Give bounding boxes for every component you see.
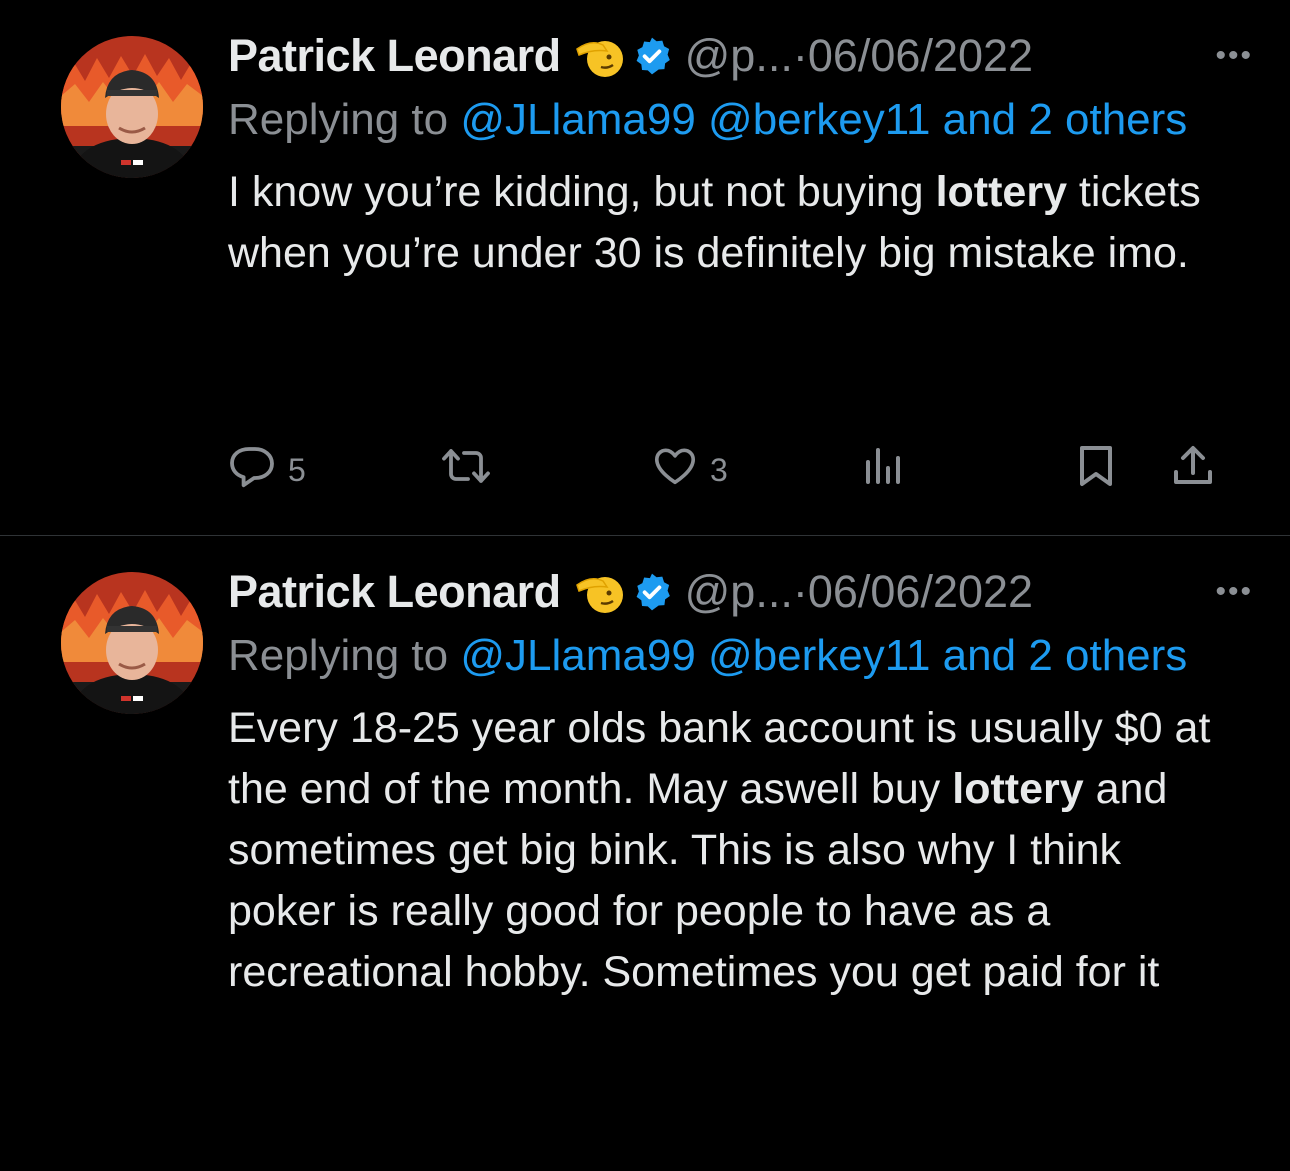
tweet-content: Patrick Leonard @p...·06/06/2022 ••• Repl… [228, 24, 1251, 284]
bookmark-button[interactable] [1074, 446, 1118, 492]
reply-button[interactable]: 5 [228, 447, 306, 492]
share-button[interactable] [1170, 446, 1216, 492]
replying-mentions-link[interactable]: @JLlama99 @berkey11 and 2 others [460, 95, 1187, 144]
avatar[interactable] [61, 36, 203, 178]
tweet-date[interactable]: 06/06/2022 [808, 566, 1033, 617]
verified-badge-icon[interactable] [631, 30, 673, 94]
like-button[interactable]: 3 [652, 448, 728, 492]
tweet-actions-bar: 5 3 [228, 446, 1228, 498]
tweet-text: Every 18-25 year olds bank account is us… [228, 698, 1218, 1003]
share-upload-icon [1170, 443, 1216, 497]
saluting-face-emoji-icon [573, 32, 625, 96]
separator-dot: · [792, 30, 808, 81]
reply-bubble-icon [228, 444, 276, 496]
verified-badge-icon[interactable] [631, 566, 673, 630]
saluting-face-emoji-icon [573, 568, 625, 632]
tweet-header: Patrick Leonard @p...·06/06/2022 ••• [228, 24, 1251, 88]
replying-to-label: Replying to [228, 95, 449, 144]
tweet-text-part: I know you’re kidding, but not buying [228, 168, 936, 216]
more-options-button[interactable]: ••• [1215, 24, 1253, 88]
tweet-content: Patrick Leonard @p...·06/06/2022 ••• Repl… [228, 560, 1251, 1003]
avatar-image [61, 572, 203, 714]
display-name[interactable]: Patrick Leonard [228, 30, 561, 81]
tweet-text-bold: lottery [935, 168, 1067, 216]
views-bar-chart-icon [862, 444, 906, 496]
separator-dot: · [792, 566, 808, 617]
user-handle[interactable]: @p... [685, 566, 793, 617]
tweet-text-bold: lottery [952, 765, 1084, 813]
views-button[interactable] [862, 448, 906, 492]
tweet-date[interactable]: 06/06/2022 [808, 30, 1033, 81]
replying-to-label: Replying to [228, 631, 449, 680]
retweet-button[interactable] [440, 448, 492, 492]
like-count: 3 [710, 451, 728, 488]
more-options-button[interactable]: ••• [1215, 560, 1253, 624]
display-name[interactable]: Patrick Leonard [228, 566, 561, 617]
avatar[interactable] [61, 572, 203, 714]
tweet[interactable]: Patrick Leonard @p...·06/06/2022 ••• Repl… [0, 536, 1290, 1171]
tweet[interactable]: Patrick Leonard @p...·06/06/2022 ••• Repl… [0, 0, 1290, 535]
avatar-image [61, 36, 203, 178]
user-handle[interactable]: @p... [685, 30, 793, 81]
heart-icon [652, 444, 698, 496]
bookmark-icon [1074, 443, 1118, 497]
reply-count: 5 [288, 451, 306, 488]
replying-to-line: Replying to @JLlama99 @berkey11 and 2 ot… [228, 626, 1238, 686]
replying-mentions-link[interactable]: @JLlama99 @berkey11 and 2 others [460, 631, 1187, 680]
tweet-text: I know you’re kidding, but not buying lo… [228, 162, 1218, 284]
retweet-icon [440, 444, 492, 496]
replying-to-line: Replying to @JLlama99 @berkey11 and 2 ot… [228, 90, 1238, 150]
tweet-header: Patrick Leonard @p...·06/06/2022 ••• [228, 560, 1251, 624]
